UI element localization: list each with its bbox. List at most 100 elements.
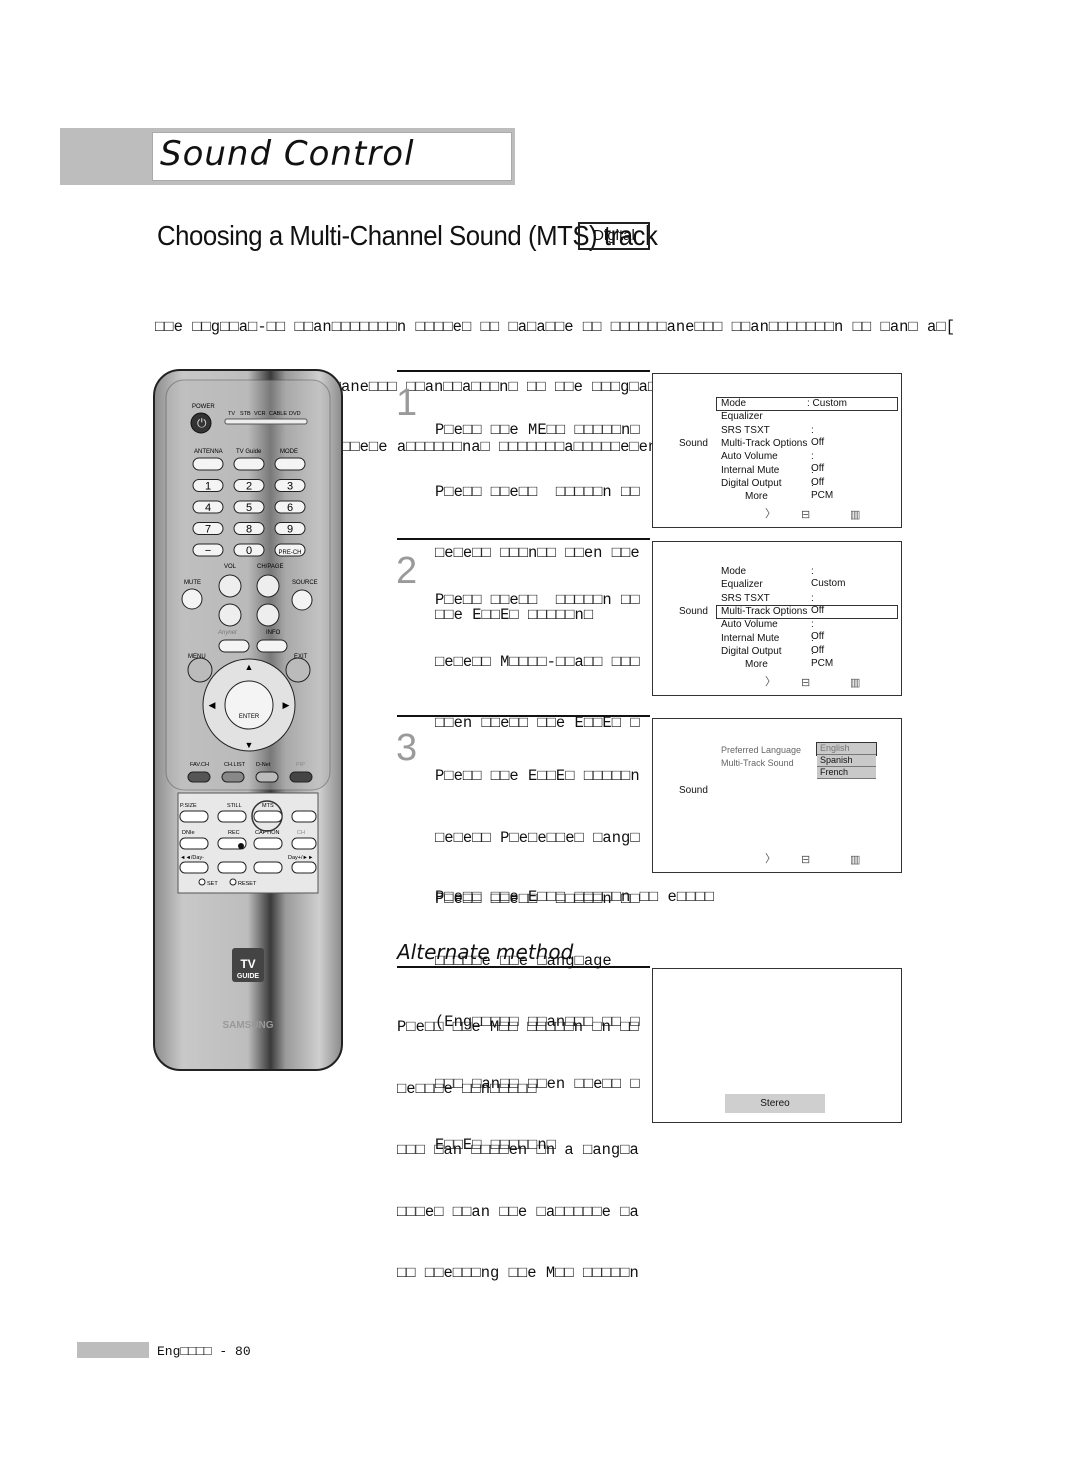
digit-label: 6 — [287, 502, 293, 514]
menu-button — [187, 657, 213, 683]
svg-text:CH: CH — [297, 830, 305, 836]
mode-tv-label: TV — [228, 411, 235, 417]
ch-down-button — [256, 603, 280, 627]
digit-label: 4 — [205, 502, 211, 514]
alternate-text: P□e□□ □□e M□□ □□□□□n □n □□ □e□□□e □□n□□□… — [397, 976, 650, 1325]
remote-control-illustration: POWER ⏻ TV STB VCR CABLE DVD ANTENNA TV … — [153, 369, 343, 1071]
digit-label: 7 — [205, 524, 211, 536]
svg-text:REC: REC — [228, 830, 240, 836]
move-icon: 〉 — [765, 853, 776, 865]
step-line: □e□e□□ M□□□□-□□a□□ □□□ — [435, 652, 640, 671]
svg-text:RESET: RESET — [238, 881, 257, 887]
top-row-button — [192, 457, 224, 471]
samsung-logo: SAMSUNG — [222, 1020, 273, 1031]
osd-item-label: SRS TSXT — [721, 424, 770, 436]
section-title: Sound Control — [160, 134, 415, 174]
osd-menu-item[interactable]: Internal Mute: Off — [721, 465, 824, 488]
ch-label: CH/PAGE — [257, 564, 284, 570]
enter-icon: ⊟ — [801, 509, 811, 521]
osd-item-label: Internal Mute — [721, 632, 780, 644]
osd-menu-item[interactable]: More — [745, 659, 768, 671]
mode-label: MODE — [280, 449, 298, 455]
step-number: 2 — [396, 550, 418, 592]
stereo-indicator: Stereo — [725, 1094, 825, 1113]
osd-menu-item[interactable]: Mode: Custom — [716, 397, 898, 411]
digit-label: 1 — [205, 481, 211, 493]
osd-menu-item[interactable]: Internal Mute: Off — [721, 632, 824, 656]
footer-bar — [77, 1342, 149, 1358]
svg-text:▲: ▲ — [245, 662, 254, 672]
vol-down-button — [218, 603, 242, 627]
svg-text:◄◄/Day-: ◄◄/Day- — [180, 855, 204, 861]
digit-label: 0 — [246, 545, 252, 557]
osd-item-label: More — [745, 659, 768, 671]
osd-side-label: Sound — [679, 785, 708, 796]
osd-menu-item[interactable]: Digital Output : PCM — [721, 477, 833, 501]
enter-button — [224, 680, 274, 730]
multi-track-sound-label: Multi-Track Sound — [721, 758, 794, 768]
osd-menu-item[interactable]: Multi-Track Options — [721, 438, 807, 450]
svg-text:SET: SET — [207, 881, 218, 887]
svg-text:▶: ▶ — [283, 700, 290, 710]
osd-item-label: Auto Volume — [721, 451, 778, 463]
alternate-heading: Alternate method — [397, 940, 574, 964]
osd-menu-item[interactable]: SRS TSXT: Off — [721, 593, 824, 616]
osd-item-value: : PCM — [811, 477, 834, 501]
osd-menu-item[interactable]: Mode: Custom — [721, 566, 845, 589]
top-row-button — [274, 457, 306, 471]
enter-icon: ⊟ — [801, 854, 811, 866]
osd-menu-item[interactable]: Digital Output: PCM — [721, 646, 833, 669]
svg-text:MENU: MENU — [188, 654, 206, 660]
language-option-spanish[interactable]: Spanish — [817, 755, 876, 767]
digit-label: 9 — [287, 524, 293, 536]
osd-item-label: Mode — [721, 566, 747, 577]
svg-text:Day+/►►: Day+/►► — [288, 855, 313, 861]
digit-label: − — [205, 545, 211, 557]
power-label: POWER — [192, 404, 215, 410]
svg-text:DNIe: DNIe — [182, 830, 195, 836]
exit-note: P□e□□ □□e E□□□ □□□□□n □□ e□□□□ — [435, 888, 715, 906]
svg-text:TV: TV — [240, 957, 255, 971]
svg-text:EXIT: EXIT — [294, 654, 308, 660]
osd-item-label: Multi-Track Options — [721, 437, 808, 449]
osd-menu-item[interactable]: Multi-Track Options — [716, 604, 898, 619]
osd-item-label: Auto Volume — [721, 619, 778, 631]
svg-text:D-Net: D-Net — [256, 762, 271, 768]
alt-line: □□□ □an □□□□en □n a □ang□a — [397, 1141, 639, 1159]
osd-item-label: Equalizer — [721, 411, 763, 423]
step-rule — [397, 715, 650, 717]
digital-badge: Digital — [578, 222, 650, 250]
digit-label: 3 — [287, 481, 293, 493]
svg-text:⏻: ⏻ — [197, 416, 207, 430]
vol-label: VOL — [224, 564, 237, 570]
svg-text:ENTER: ENTER — [239, 714, 260, 720]
osd-stereo: Stereo — [652, 968, 902, 1123]
osd-menu-item[interactable]: Auto Volume: Off — [721, 619, 824, 642]
osd-menu-item[interactable]: Auto Volume: Off — [721, 451, 824, 474]
move-icon: 〉 — [765, 508, 776, 520]
return-icon: ▥ — [850, 509, 861, 521]
digit-label: 5 — [246, 502, 252, 514]
source-button — [291, 589, 313, 611]
osd-menu-item[interactable]: Equalizer — [721, 579, 763, 591]
tvguide-label: TV Guide — [236, 449, 262, 455]
osd-menu-item[interactable]: SRS TSXT : Off — [721, 424, 824, 448]
source-label: SOURCE — [292, 580, 318, 586]
alt-line: □e□□□e □□n□□□□□ — [397, 1079, 537, 1098]
mute-button — [181, 588, 203, 610]
osd-item-label: More — [745, 491, 768, 503]
step-rule — [397, 538, 650, 540]
language-option-french[interactable]: French — [817, 767, 876, 779]
svg-text:CH.LIST: CH.LIST — [224, 762, 246, 768]
osd-item-value: : Off — [811, 424, 825, 448]
digit-label: PRE-CH — [278, 550, 301, 556]
osd-menu-item[interactable]: Equalizer — [721, 411, 763, 423]
osd-item-label: Equalizer — [721, 579, 763, 591]
language-option-english[interactable]: English — [816, 742, 877, 756]
osd-side-label: Sound — [679, 606, 708, 617]
info-label: INFO — [266, 630, 281, 636]
mode-stb-label: STB — [240, 411, 251, 417]
osd-menu-item[interactable]: More — [745, 491, 768, 503]
step-number: 3 — [396, 727, 418, 769]
osd-item-label: Digital Output — [721, 477, 782, 489]
